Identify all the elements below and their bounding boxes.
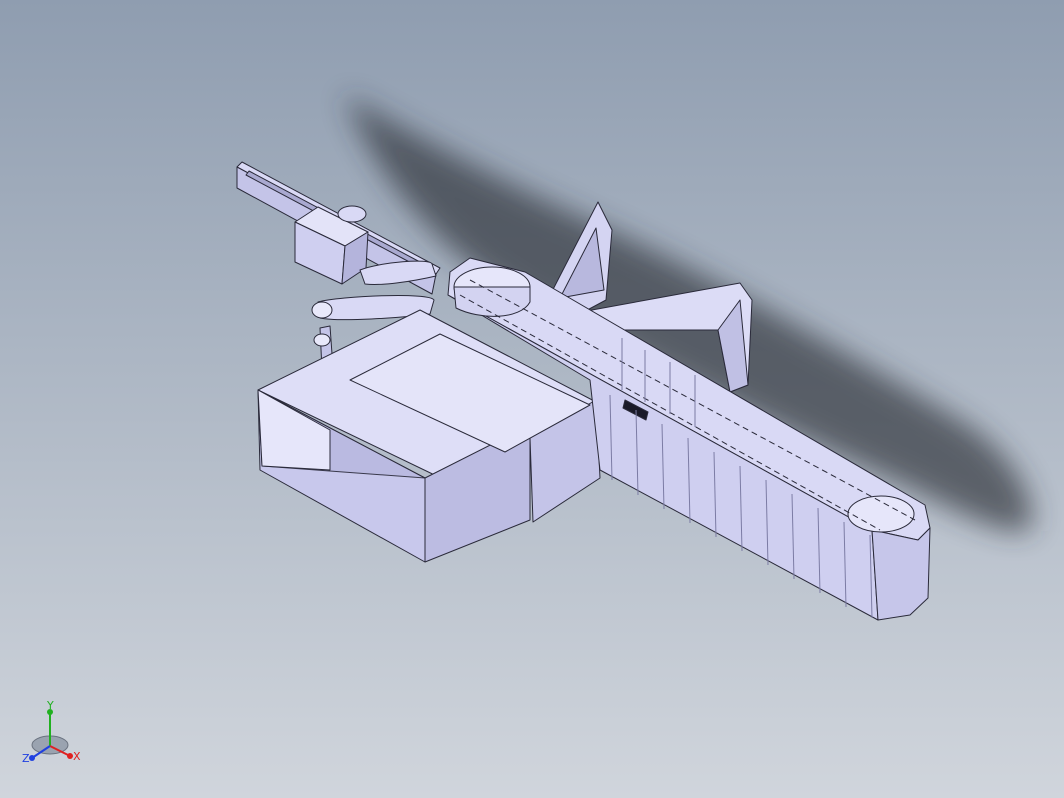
cad-viewport[interactable]: Y X Z — [0, 0, 1064, 798]
triad-x-label: X — [73, 750, 81, 763]
triad-z-label: Z — [22, 752, 30, 765]
orientation-triad: Y X Z — [22, 700, 81, 765]
triad-y-label: Y — [46, 700, 54, 712]
motor-block[interactable] — [294, 205, 369, 285]
model-scene[interactable] — [0, 0, 1064, 798]
